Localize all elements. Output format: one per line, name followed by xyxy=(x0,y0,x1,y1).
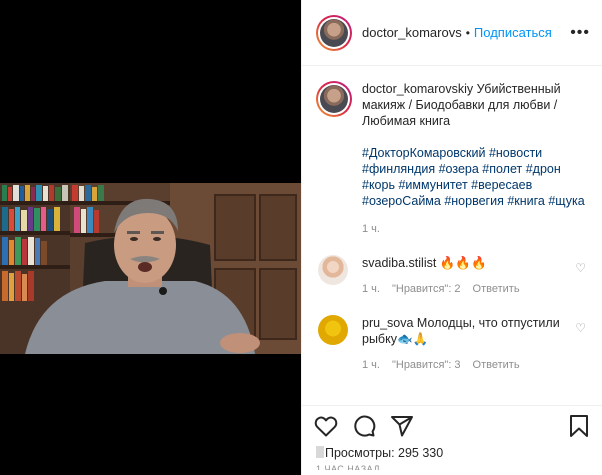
comment-text: 🔥🔥🔥 xyxy=(439,256,487,270)
caption-hashtags[interactable]: #ДокторКомаровский #новости #финляндия #… xyxy=(362,145,588,209)
instagram-post: doctor_komarovs • Подписаться ••• doctor… xyxy=(0,0,602,475)
post-header: doctor_komarovs • Подписаться ••• xyxy=(302,0,602,66)
comment-like-icon[interactable]: ♡ xyxy=(575,261,586,275)
more-options-icon[interactable]: ••• xyxy=(570,24,590,42)
views-text: Просмотры: 295 330 xyxy=(325,446,444,460)
reply-button[interactable]: Ответить xyxy=(473,281,520,297)
posted-ago: 1 ЧАС НАЗАД xyxy=(316,464,381,470)
commenter-avatar[interactable] xyxy=(318,255,348,285)
caption-avatar[interactable] xyxy=(316,81,352,117)
comment-icon[interactable] xyxy=(352,414,376,438)
text-cursor xyxy=(316,446,324,458)
comment-item: svadiba.stilist 🔥🔥🔥 1 ч. "Нравится": 2 О… xyxy=(316,255,588,297)
post-actions: Просмотры: 295 330 1 ЧАС НАЗАД xyxy=(302,405,602,475)
reply-button[interactable]: Ответить xyxy=(473,357,520,373)
author-username[interactable]: doctor_komarovs xyxy=(362,25,462,40)
avatar-image xyxy=(320,18,348,47)
comment-time: 1 ч. xyxy=(362,283,380,295)
comment-item: pru_sova Молодцы, что отпустили рыбку🐟🙏 … xyxy=(316,315,588,373)
avatar-image xyxy=(320,85,348,113)
comment-time: 1 ч. xyxy=(362,359,380,371)
caption-time: 1 ч. xyxy=(362,223,380,235)
comment-username[interactable]: svadiba.stilist xyxy=(362,256,436,270)
video-player[interactable] xyxy=(0,0,301,475)
caption-username[interactable]: doctor_komarovskiy xyxy=(362,82,473,96)
author-avatar[interactable] xyxy=(316,14,352,51)
comment-likes[interactable]: "Нравится": 2 xyxy=(392,281,461,297)
follow-button[interactable]: Подписаться xyxy=(474,25,552,40)
comments-section[interactable]: doctor_komarovskiy Убийственный макияж /… xyxy=(302,67,602,405)
comment-likes[interactable]: "Нравится": 3 xyxy=(392,357,461,373)
caption: doctor_komarovskiy Убийственный макияж /… xyxy=(316,81,588,237)
header-separator: • xyxy=(465,25,470,40)
post-sidebar: doctor_komarovs • Подписаться ••• doctor… xyxy=(301,0,602,475)
heart-icon[interactable] xyxy=(314,415,338,437)
comment-username[interactable]: pru_sova xyxy=(362,316,413,330)
bookmark-icon[interactable] xyxy=(568,414,590,438)
comment-like-icon[interactable]: ♡ xyxy=(575,321,586,335)
video-frame[interactable] xyxy=(0,183,301,354)
views-count[interactable]: Просмотры: 295 330 xyxy=(302,446,602,460)
action-icons xyxy=(302,406,602,446)
share-icon[interactable] xyxy=(390,414,414,438)
commenter-avatar[interactable] xyxy=(318,315,348,345)
